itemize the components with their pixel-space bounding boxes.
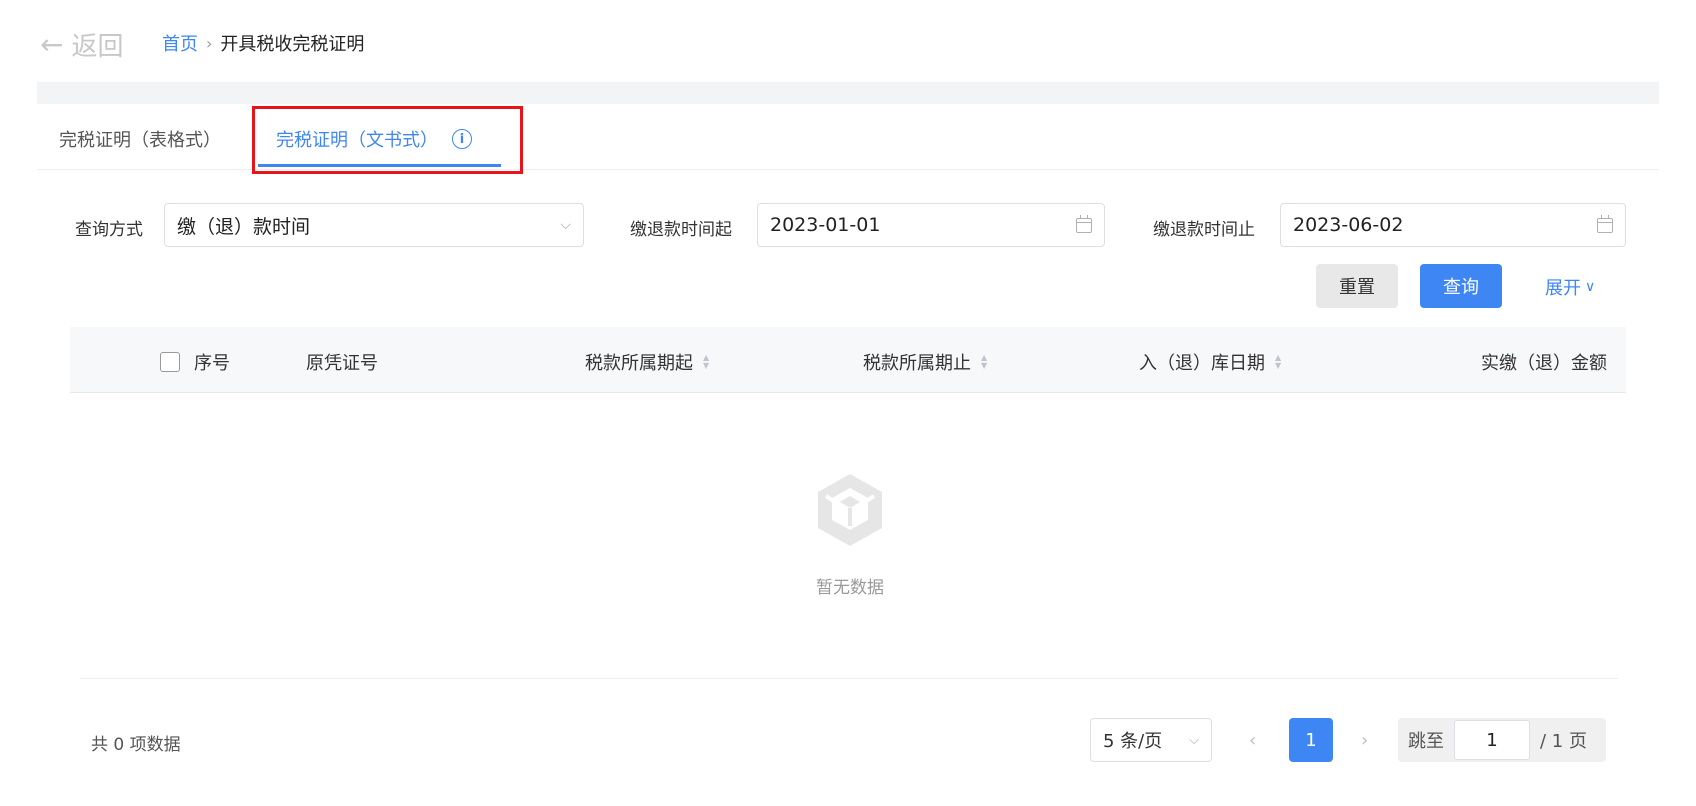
start-date-picker[interactable]: 2023-01-01 xyxy=(757,203,1105,247)
header-divider-band xyxy=(37,82,1659,104)
select-all-checkbox[interactable] xyxy=(160,352,180,372)
query-method-value: 缴（退）款时间 xyxy=(177,215,311,238)
next-page-icon[interactable]: › xyxy=(1361,730,1368,751)
page-size-select[interactable]: 5 条/页 ⌵ xyxy=(1090,718,1212,762)
back-button[interactable]: ← 返回 xyxy=(40,26,123,63)
table-divider xyxy=(80,678,1618,679)
column-label: 入（退）库日期 xyxy=(1139,353,1265,374)
table-header: 序号 原凭证号 税款所属期起 ▲ ▼ 税款所属期止 ▲ ▼ 入（退）库日期 ▲ ▼ 实… xyxy=(70,327,1626,393)
breadcrumb-current: 开具税收完税证明 xyxy=(220,34,365,55)
query-method-label: 查询方式 xyxy=(75,220,143,240)
column-warehousing-date[interactable]: 入（退）库日期 ▲ ▼ xyxy=(1139,349,1281,375)
calendar-icon xyxy=(1076,214,1092,233)
end-date-label: 缴退款时间止 xyxy=(1153,220,1255,240)
total-pages: / 1 页 xyxy=(1540,731,1587,752)
column-label: 税款所属期起 xyxy=(585,353,693,374)
jump-label: 跳至 xyxy=(1408,731,1444,752)
reset-button[interactable]: 重置 xyxy=(1316,264,1398,308)
expand-label: 展开 xyxy=(1545,278,1581,299)
breadcrumb-separator-icon: › xyxy=(206,33,213,53)
page-number-current[interactable]: 1 xyxy=(1289,718,1333,762)
sort-icon[interactable]: ▲ ▼ xyxy=(703,354,709,370)
column-label: 实缴（退）金额 xyxy=(1481,353,1607,374)
arrow-left-icon: ← xyxy=(40,27,64,61)
total-count: 共 0 项数据 xyxy=(91,735,181,755)
chevron-down-icon: ∨ xyxy=(1585,279,1596,295)
breadcrumb-home-link[interactable]: 首页 xyxy=(162,30,198,56)
column-label: 税款所属期止 xyxy=(863,353,971,374)
end-date-value: 2023-06-02 xyxy=(1293,214,1404,236)
end-date-picker[interactable]: 2023-06-02 xyxy=(1280,203,1626,247)
query-method-select[interactable]: 缴（退）款时间 ⌵ xyxy=(164,203,584,247)
jump-page-input[interactable] xyxy=(1454,720,1530,760)
highlight-box xyxy=(252,106,523,174)
empty-text: 暂无数据 xyxy=(816,578,884,598)
breadcrumb: 首页 › 开具税收完税证明 xyxy=(162,30,364,56)
back-label: 返回 xyxy=(71,32,124,62)
sort-icon[interactable]: ▲ ▼ xyxy=(981,354,987,370)
query-button[interactable]: 查询 xyxy=(1420,264,1502,308)
expand-button[interactable]: 展开 ∨ xyxy=(1545,274,1595,300)
tab-certificate-table-format[interactable]: 完税证明（表格式） xyxy=(59,126,221,152)
page-jump: 跳至 / 1 页 xyxy=(1398,718,1606,762)
chevron-down-icon: ⌵ xyxy=(560,217,571,233)
calendar-icon xyxy=(1597,214,1613,233)
column-tax-period-end[interactable]: 税款所属期止 ▲ ▼ xyxy=(863,349,987,375)
column-index: 序号 xyxy=(160,349,230,375)
page-size-value: 5 条/页 xyxy=(1103,731,1163,752)
start-date-value: 2023-01-01 xyxy=(770,214,881,236)
column-label: 序号 xyxy=(194,353,230,374)
column-paid-amount: 实缴（退）金额 xyxy=(1481,349,1607,375)
empty-box-icon xyxy=(818,474,882,546)
tab-label: 完税证明（表格式） xyxy=(59,130,221,151)
column-tax-period-start[interactable]: 税款所属期起 ▲ ▼ xyxy=(585,349,709,375)
prev-page-icon[interactable]: ‹ xyxy=(1249,730,1256,751)
start-date-label: 缴退款时间起 xyxy=(630,220,732,240)
empty-state: 暂无数据 xyxy=(780,470,920,598)
column-original-voucher: 原凭证号 xyxy=(306,349,378,375)
chevron-down-icon: ⌵ xyxy=(1189,732,1199,748)
column-label: 原凭证号 xyxy=(306,353,378,374)
sort-icon[interactable]: ▲ ▼ xyxy=(1275,354,1281,370)
